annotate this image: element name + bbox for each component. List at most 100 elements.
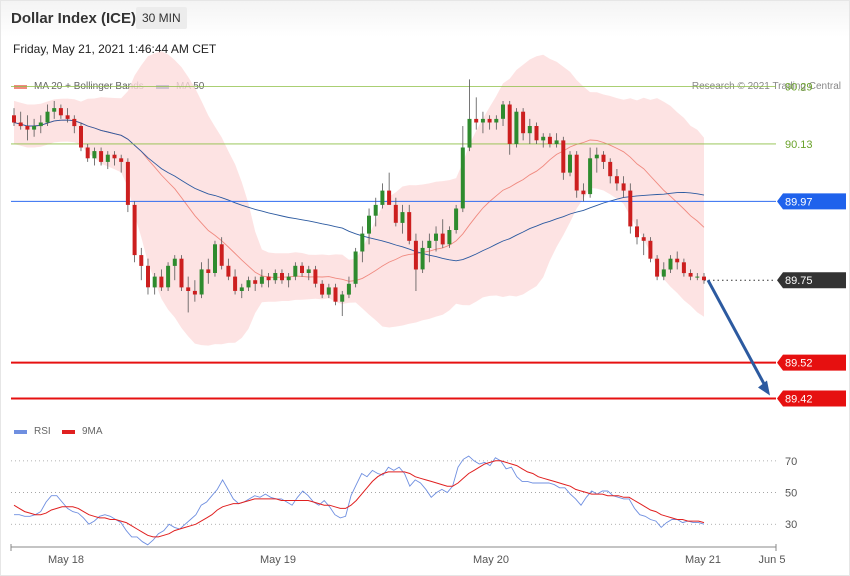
candle-body	[447, 230, 452, 245]
candle-body	[58, 108, 63, 116]
candle-body	[655, 258, 660, 277]
candle-body	[367, 215, 371, 234]
candle-body	[186, 287, 191, 291]
candle-body	[628, 190, 633, 227]
level-label-3: 89.75	[785, 275, 813, 287]
candle-body	[326, 287, 331, 295]
level-label-5: 89.42	[785, 393, 813, 405]
x-tick-label: May 18	[48, 554, 84, 566]
x-tick-label: May 20	[473, 554, 509, 566]
rsi-tick-30: 30	[785, 519, 797, 531]
candle-body	[340, 294, 345, 302]
candle-body	[695, 276, 700, 278]
candle-body	[487, 118, 492, 123]
candle-body	[460, 147, 465, 209]
candle-body	[146, 265, 150, 288]
candle-body	[105, 154, 110, 162]
candle-body	[614, 176, 619, 184]
candle-body	[85, 147, 90, 159]
candle-body	[45, 111, 50, 123]
x-tick-label: Jun 5	[759, 554, 786, 566]
bollinger-band	[14, 51, 704, 346]
candle-body	[413, 240, 418, 270]
candle-body	[561, 140, 566, 173]
candle-body	[668, 258, 673, 270]
candle-body	[226, 265, 231, 277]
candle-body	[507, 104, 512, 144]
candle-body	[313, 269, 318, 284]
candle-body	[286, 276, 291, 281]
candle-body	[132, 204, 137, 256]
x-tick-label: May 21	[685, 554, 721, 566]
candle-body	[480, 118, 485, 123]
x-tick-label: May 19	[260, 554, 296, 566]
rsi-series-rsi	[14, 455, 705, 546]
candle-body	[293, 265, 298, 277]
candle-body	[213, 244, 217, 273]
candle-body	[601, 154, 606, 162]
candle-body	[387, 190, 392, 205]
candle-body	[608, 161, 613, 177]
candle-body	[400, 212, 405, 223]
level-label-1: 90.13	[785, 139, 813, 151]
candle-body	[547, 136, 552, 144]
candle-body	[25, 126, 30, 130]
candle-body	[12, 115, 16, 123]
candle-body	[373, 204, 378, 216]
candle-body	[501, 104, 505, 119]
candle-body	[675, 258, 680, 263]
candle-body	[541, 136, 546, 141]
candle-body	[233, 276, 238, 291]
candle-body	[306, 269, 311, 273]
candle-body	[474, 118, 479, 123]
candle-body	[581, 190, 586, 195]
candle-body	[393, 204, 398, 223]
price-chart-svg: 90.29 90.13 89.97 89.75 89.52 89.42 70 50 30 May …	[10, 51, 846, 566]
candle-body	[219, 244, 224, 266]
candle-body	[681, 262, 686, 274]
forecast-arrow-shaft	[706, 279, 768, 389]
candle-body	[266, 276, 271, 281]
candle-body	[554, 140, 559, 144]
candle-body	[527, 126, 532, 134]
candle-body	[621, 183, 626, 191]
candle-body	[420, 247, 425, 270]
candle-body	[139, 255, 144, 266]
candle-body	[246, 280, 251, 288]
candle-body	[688, 273, 693, 277]
candle-body	[179, 258, 184, 288]
candle-body	[72, 118, 77, 127]
candle-body	[635, 226, 639, 238]
candle-body	[661, 269, 666, 277]
candle-body	[300, 265, 304, 273]
candle-body	[434, 233, 438, 241]
candle-body	[360, 233, 365, 252]
candle-body	[32, 126, 37, 130]
candle-body	[38, 122, 43, 127]
candle-body	[273, 273, 278, 281]
candle-body	[253, 280, 258, 284]
candle-body	[79, 126, 83, 148]
candle-body	[239, 287, 244, 291]
candle-body	[18, 122, 23, 127]
rsi-series-9ma	[13, 460, 705, 538]
candle-body	[568, 154, 572, 173]
candle-body	[353, 251, 358, 284]
level-label-2: 89.97	[785, 196, 813, 208]
rsi-tick-70: 70	[785, 456, 797, 468]
candle-body	[346, 283, 351, 295]
level-label-0: 90.29	[785, 82, 813, 94]
candle-body	[152, 276, 157, 288]
candle-body	[467, 118, 472, 148]
candle-body	[206, 269, 211, 273]
candle-body	[119, 158, 124, 162]
candle-body	[259, 276, 264, 284]
candle-body	[125, 161, 130, 205]
candle-body	[648, 240, 653, 259]
candle-body	[594, 154, 599, 159]
candle-body	[333, 287, 338, 302]
candle-body	[534, 126, 539, 141]
candle-body	[440, 233, 445, 245]
candle-body	[521, 111, 526, 134]
candle-body	[92, 151, 97, 159]
